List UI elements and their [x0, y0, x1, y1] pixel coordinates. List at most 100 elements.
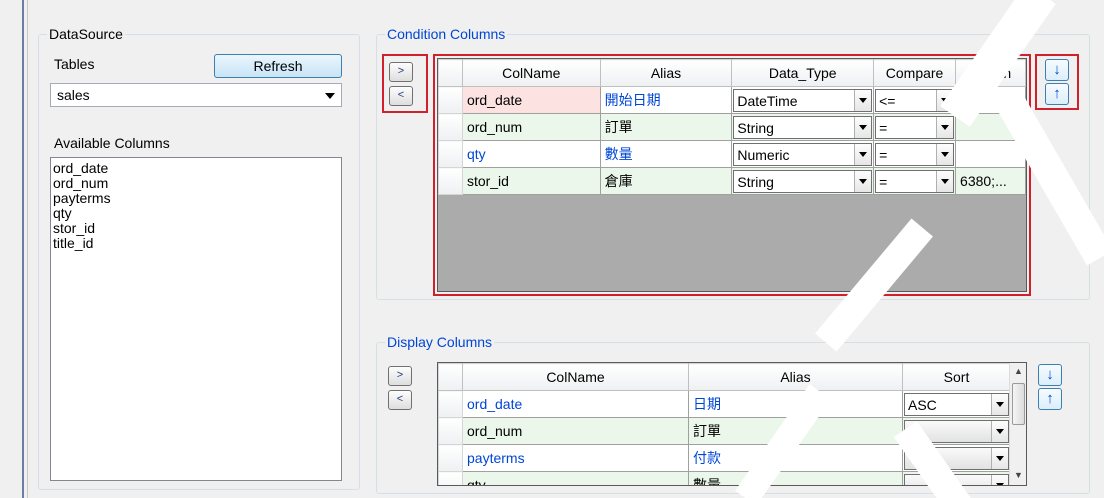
display-add-button[interactable]: > [388, 366, 412, 386]
scroll-up-icon[interactable]: ▲ [1010, 363, 1026, 380]
available-columns-list[interactable]: ord_date ord_num payterms qty stor_id ti… [50, 157, 342, 481]
cell-alias[interactable]: 付款 [688, 444, 903, 472]
header-option[interactable]: Option [955, 59, 1026, 87]
table-row[interactable]: stor_id 倉庫 String = 6380;... [438, 167, 1026, 195]
compare-value: = [879, 146, 888, 163]
header-colname[interactable]: ColName [461, 59, 601, 87]
list-item[interactable]: qty [53, 206, 339, 221]
row-header[interactable] [438, 140, 463, 168]
row-header[interactable] [438, 444, 463, 472]
table-row[interactable]: ord_date 日期 ASC [438, 390, 1011, 418]
chevron-down-icon[interactable] [936, 116, 954, 138]
display-remove-button[interactable]: < [388, 390, 412, 410]
table-row[interactable]: ord_num 訂單 String = [438, 113, 1026, 141]
cell-alias[interactable]: 數量 [688, 471, 903, 485]
cell-colname[interactable]: ord_num [461, 113, 601, 141]
display-grid-scrollbar[interactable]: ▲ ▼ [1009, 363, 1026, 485]
cell-alias[interactable]: 開始日期 [599, 86, 733, 114]
chevron-down-icon[interactable] [854, 89, 872, 111]
cell-option[interactable] [955, 113, 1026, 141]
condition-grid[interactable]: ColName Alias Data_Type Compare Option o… [437, 58, 1027, 292]
header-compare[interactable]: Compare [873, 59, 957, 87]
header-alias[interactable]: Alias [599, 59, 733, 87]
list-item[interactable]: title_id [53, 236, 339, 251]
cell-alias[interactable]: 倉庫 [599, 167, 733, 195]
cell-alias[interactable]: 數量 [599, 140, 733, 168]
table-row[interactable]: payterms 付款 [438, 444, 1011, 472]
cell-data-type[interactable]: Numeric [731, 140, 875, 168]
arrow-down-icon: ↓ [1053, 61, 1061, 78]
condition-add-button[interactable]: > [389, 62, 413, 82]
list-item[interactable]: payterms [53, 191, 339, 206]
row-header[interactable] [438, 86, 463, 114]
cell-option[interactable]: 6380;... [955, 167, 1026, 195]
cell-compare[interactable]: = [873, 140, 957, 168]
row-header[interactable] [438, 471, 463, 485]
cell-sort[interactable] [902, 471, 1011, 485]
condition-remove-button[interactable]: < [389, 86, 413, 106]
cell-compare[interactable]: = [873, 113, 957, 141]
chevron-down-icon[interactable] [854, 143, 872, 165]
table-row[interactable]: ord_num 訂單 [438, 417, 1011, 445]
cell-sort[interactable] [902, 417, 1011, 445]
tables-label: Tables [54, 56, 95, 72]
cell-compare[interactable]: = [873, 167, 957, 195]
row-header[interactable] [438, 167, 463, 195]
cell-data-type[interactable]: String [731, 167, 875, 195]
chevron-down-icon[interactable] [991, 393, 1008, 415]
cell-colname[interactable]: payterms [462, 444, 689, 472]
header-alias[interactable]: Alias [688, 363, 903, 391]
chevron-down-icon[interactable] [936, 143, 954, 165]
scroll-down-icon[interactable]: ▼ [1010, 467, 1026, 484]
display-grid[interactable]: ColName Alias Sort ord_date 日期 ASC ord_n… [437, 362, 1027, 486]
header-colname[interactable]: ColName [462, 363, 689, 391]
cell-compare[interactable]: <= [873, 86, 957, 114]
tables-select-value: sales [57, 87, 90, 103]
cell-sort[interactable]: ASC [902, 390, 1011, 418]
cell-alias[interactable]: 訂單 [599, 113, 733, 141]
chevron-down-icon[interactable] [936, 89, 954, 111]
cell-data-type[interactable]: String [731, 113, 875, 141]
display-move-down-button[interactable]: ↓ [1038, 364, 1062, 386]
cell-option[interactable] [955, 140, 1026, 168]
compare-value: = [879, 173, 888, 190]
compare-value: <= [879, 92, 896, 109]
table-row[interactable]: ord_date 開始日期 DateTime <= [438, 86, 1026, 114]
display-move-up-button[interactable]: ↑ [1038, 388, 1062, 410]
cell-colname[interactable]: ord_date [461, 86, 601, 114]
header-sort[interactable]: Sort [902, 363, 1011, 391]
cell-alias[interactable]: 訂單 [688, 417, 903, 445]
arrow-up-icon: ↑ [1046, 390, 1054, 407]
chevron-down-icon[interactable] [854, 170, 872, 192]
list-item[interactable]: ord_num [53, 176, 339, 191]
chevron-down-icon[interactable] [936, 170, 954, 192]
condition-move-down-button[interactable]: ↓ [1045, 59, 1069, 81]
row-header[interactable] [438, 113, 463, 141]
tables-select[interactable]: sales [50, 83, 342, 107]
table-row[interactable]: qty 數量 Numeric = [438, 140, 1026, 168]
refresh-button[interactable]: Refresh [214, 54, 342, 78]
cell-colname[interactable]: qty [461, 140, 601, 168]
chevron-down-icon[interactable] [991, 474, 1008, 485]
cell-data-type[interactable]: DateTime [731, 86, 875, 114]
table-row[interactable]: qty 數量 [438, 471, 1011, 485]
chevron-down-icon[interactable] [854, 116, 872, 138]
cell-colname[interactable]: ord_date [462, 390, 689, 418]
cell-sort[interactable] [902, 444, 1011, 472]
chevron-down-icon[interactable] [991, 420, 1008, 442]
chevron-down-icon[interactable] [991, 447, 1008, 469]
row-header[interactable] [438, 417, 463, 445]
condition-move-up-button[interactable]: ↑ [1045, 83, 1069, 105]
cell-colname[interactable]: stor_id [461, 167, 601, 195]
scroll-thumb[interactable] [1012, 383, 1025, 425]
chevron-down-icon [325, 93, 335, 99]
list-item[interactable]: stor_id [53, 221, 339, 236]
row-header[interactable] [438, 390, 463, 418]
list-item[interactable]: ord_date [53, 161, 339, 176]
cell-option[interactable] [955, 86, 1026, 114]
cell-colname[interactable]: ord_num [462, 417, 689, 445]
grid-corner [438, 363, 463, 391]
cell-alias[interactable]: 日期 [688, 390, 903, 418]
header-data-type[interactable]: Data_Type [731, 59, 875, 87]
cell-colname[interactable]: qty [462, 471, 689, 485]
